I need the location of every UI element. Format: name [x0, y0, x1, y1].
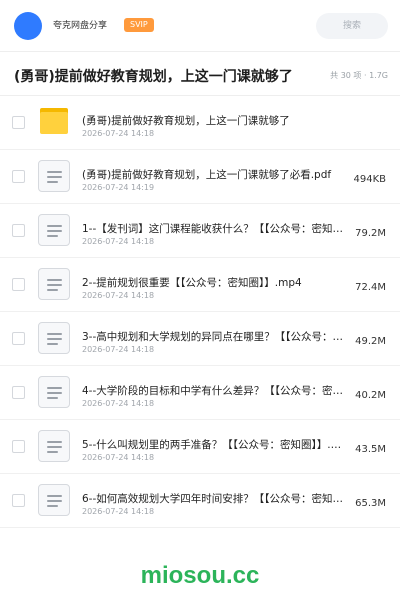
document-icon	[38, 376, 70, 408]
document-icon	[38, 214, 70, 246]
avatar[interactable]	[14, 12, 42, 40]
file-date: 2026-07-24 14:18	[82, 345, 155, 354]
file-size: 494KB	[353, 174, 386, 185]
document-icon	[38, 430, 70, 462]
file-date: 2026-07-24 14:18	[82, 291, 155, 300]
file-name: 4--大学阶段的目标和中学有什么差异？【【公众号：密知圈】】.mp4	[82, 385, 346, 397]
list-item[interactable]: 5--什么叫规划里的两手准备？【【公众号：密知圈】】.mp4 2026-07-2…	[0, 420, 400, 474]
list-item[interactable]: (勇哥)提前做好教育规划，上这一门课就够了 2026-07-24 14:18	[0, 96, 400, 150]
file-date: 2026-07-24 14:18	[82, 129, 155, 138]
top-bar: 夸克网盘分享 SVIP 搜索	[0, 0, 400, 52]
folder-header: (勇哥)提前做好教育规划，上这一门课就够了 共 30 项 · 1.7G	[0, 52, 400, 96]
row-checkbox[interactable]	[12, 332, 25, 345]
folder-meta: 共 30 项 · 1.7G	[330, 71, 388, 80]
site-watermark: miosou.cc	[140, 562, 260, 589]
file-name: 6--如何高效规划大学四年时间安排？【【公众号：密知圈】】.mp4	[82, 493, 346, 505]
file-name: 2--提前规划很重要【【公众号：密知圈】】.mp4	[82, 277, 302, 289]
row-checkbox[interactable]	[12, 170, 25, 183]
document-icon	[38, 322, 70, 354]
svip-badge: SVIP	[124, 18, 154, 32]
file-size: 79.2M	[355, 228, 386, 239]
sharer-name: 夸克网盘分享	[53, 21, 108, 31]
document-icon	[38, 268, 70, 300]
list-item[interactable]: 6--如何高效规划大学四年时间安排？【【公众号：密知圈】】.mp4 2026-0…	[0, 474, 400, 528]
file-date: 2026-07-24 14:18	[82, 237, 155, 246]
list-item[interactable]: 4--大学阶段的目标和中学有什么差异？【【公众号：密知圈】】.mp4 2026-…	[0, 366, 400, 420]
row-checkbox[interactable]	[12, 386, 25, 399]
page-title: (勇哥)提前做好教育规划，上这一门课就够了	[14, 69, 293, 85]
file-date: 2026-07-24 14:18	[82, 453, 155, 462]
list-item[interactable]: (勇哥)提前做好教育规划，上这一门课就够了必看.pdf 2026-07-24 1…	[0, 150, 400, 204]
file-list: (勇哥)提前做好教育规划，上这一门课就够了 2026-07-24 14:18 (…	[0, 96, 400, 528]
row-checkbox[interactable]	[12, 494, 25, 507]
file-date: 2026-07-24 14:19	[82, 183, 155, 192]
row-checkbox[interactable]	[12, 440, 25, 453]
document-icon	[38, 160, 70, 192]
row-checkbox[interactable]	[12, 116, 25, 129]
folder-icon	[38, 106, 70, 138]
file-name: 5--什么叫规划里的两手准备？【【公众号：密知圈】】.mp4	[82, 439, 346, 451]
list-item[interactable]: 2--提前规划很重要【【公众号：密知圈】】.mp4 2026-07-24 14:…	[0, 258, 400, 312]
file-date: 2026-07-24 14:18	[82, 507, 155, 516]
list-item[interactable]: 3--高中规划和大学规划的异同点在哪里？【【公众号：密知圈】】.mp4 2026…	[0, 312, 400, 366]
list-item[interactable]: 1--【发刊词】这门课程能收获什么？【【公众号：密知圈】】.mp4 2026-0…	[0, 204, 400, 258]
file-size: 40.2M	[355, 390, 386, 401]
file-size: 72.4M	[355, 282, 386, 293]
file-name: 3--高中规划和大学规划的异同点在哪里？【【公众号：密知圈】】.mp4	[82, 331, 346, 343]
file-size: 49.2M	[355, 336, 386, 347]
file-name: (勇哥)提前做好教育规划，上这一门课就够了必看.pdf	[82, 169, 332, 181]
row-checkbox[interactable]	[12, 224, 25, 237]
file-size: 65.3M	[355, 498, 386, 509]
file-name: (勇哥)提前做好教育规划，上这一门课就够了	[82, 115, 290, 127]
file-name: 1--【发刊词】这门课程能收获什么？【【公众号：密知圈】】.mp4	[82, 223, 346, 235]
file-size: 43.5M	[355, 444, 386, 455]
search-input[interactable]: 搜索	[316, 13, 388, 39]
document-icon	[38, 484, 70, 516]
row-checkbox[interactable]	[12, 278, 25, 291]
file-date: 2026-07-24 14:18	[82, 399, 155, 408]
